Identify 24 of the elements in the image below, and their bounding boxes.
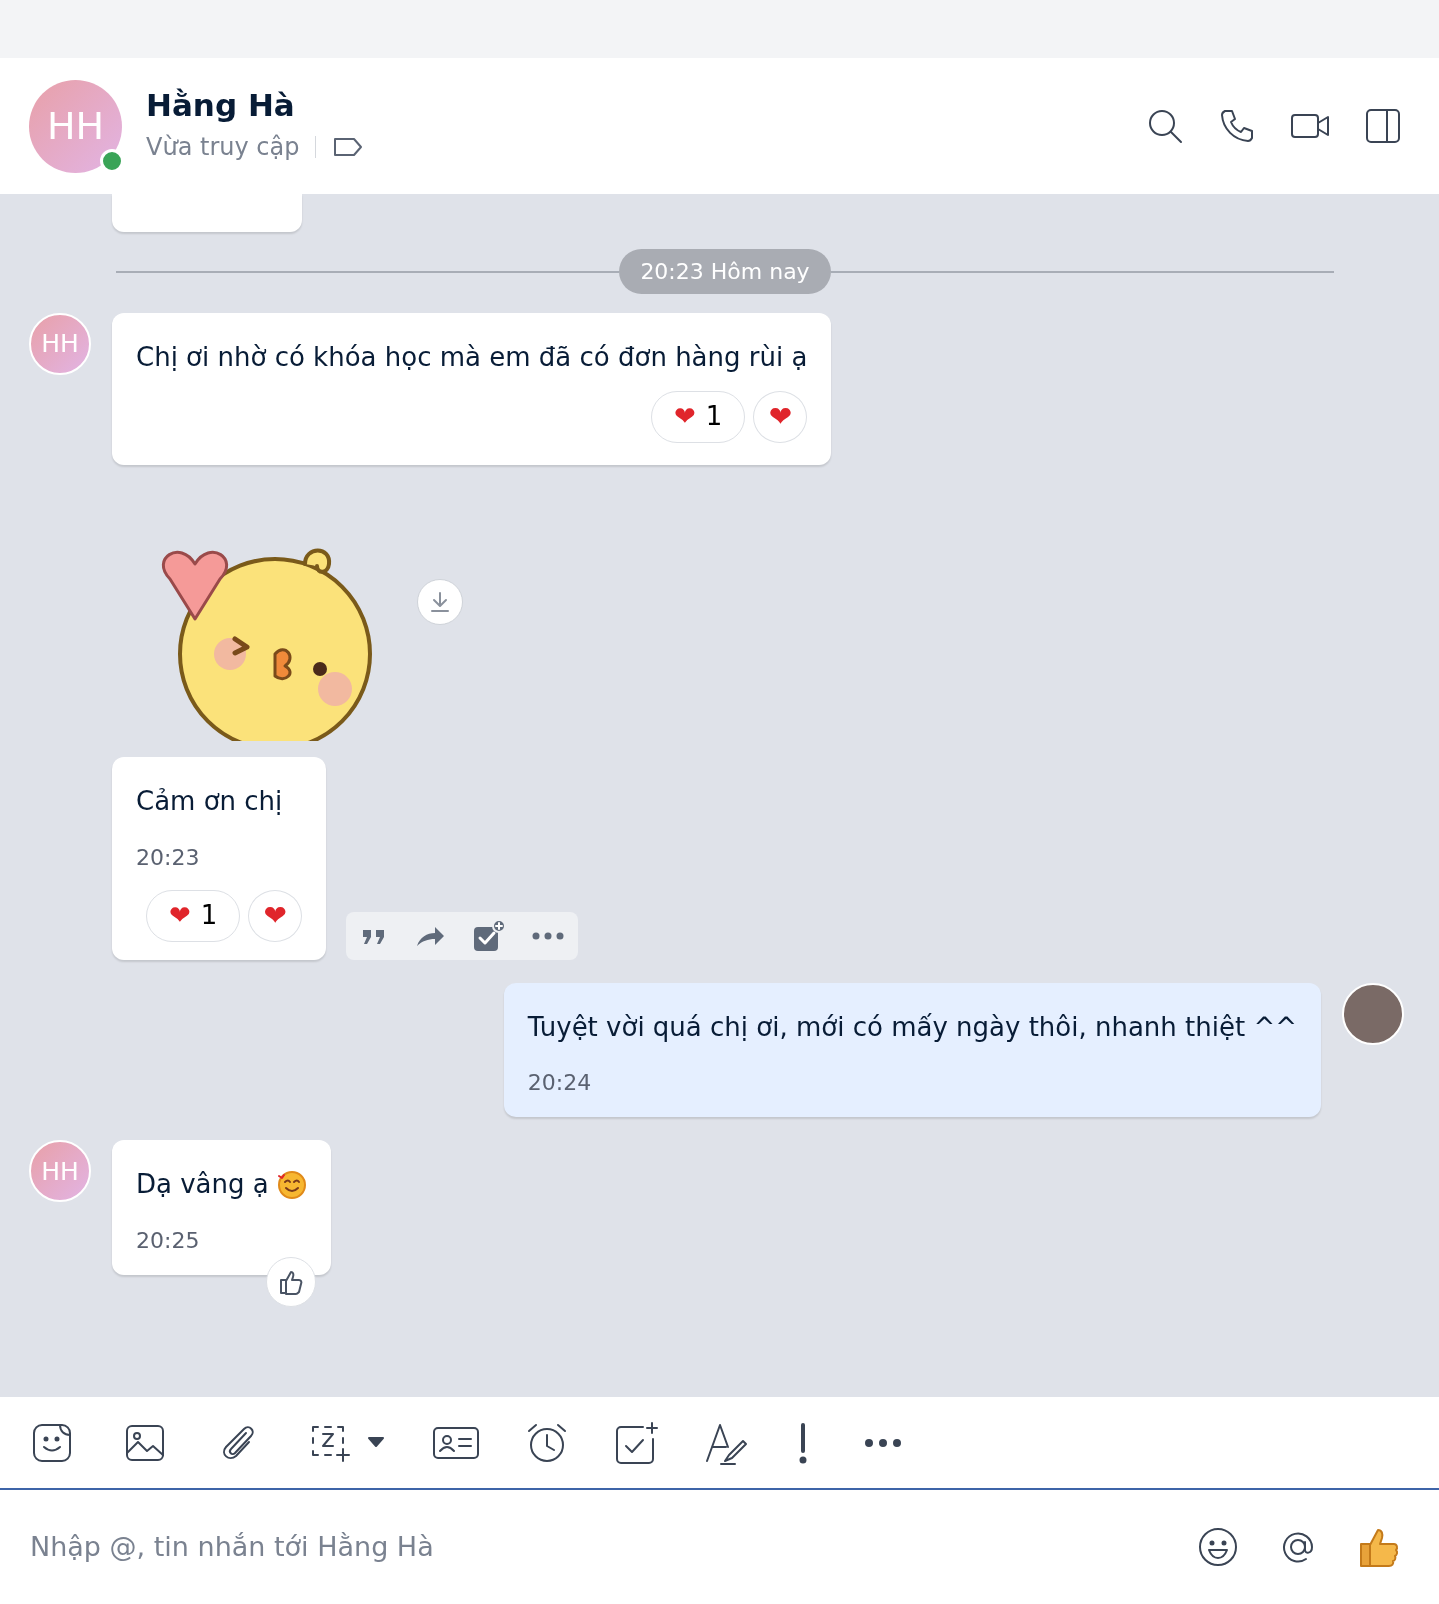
message-text: Dạ vâng ạ [136,1168,269,1202]
reaction-count-button[interactable]: ❤ 1 [146,889,241,942]
heart-react-button[interactable]: ❤ [753,390,808,443]
message-text: Cảm ơn chị [136,784,283,818]
add-task-icon[interactable] [472,918,507,953]
message-time: 20:25 [136,1227,201,1256]
add-task-icon [613,1420,659,1465]
heart-react-button[interactable]: ❤ [248,889,303,942]
download-button[interactable] [417,579,463,626]
more-options-icon[interactable] [532,931,565,940]
last-seen-status: Vừa truy cập [146,131,300,163]
more-options-icon [865,1438,901,1447]
message-time: 20:24 [527,1069,593,1098]
emoji-icon[interactable] [1197,1526,1239,1568]
download-icon [429,590,451,615]
thumbs-up-icon [277,1268,305,1297]
reaction-count-button[interactable]: ❤ 1 [651,390,746,443]
message-time: 20:23 [136,843,201,872]
date-divider-label: 20:23 Hôm nay [619,249,831,294]
sidebar-toggle-icon[interactable] [1363,106,1403,146]
message-input-field[interactable]: Nhập @, tin nhắn tới Hằng Hà [28,1525,1197,1569]
message-text: Chị ơi nhờ có khóa học mà em đã có đơn hàng rùi ạ [136,341,808,374]
contact-name: Hằng Hà [146,87,296,125]
message-text: Tuyệt vời quá chị ơi, mới có mấy ngày thôi, nhanh thiệt ^^ [527,1010,1297,1044]
